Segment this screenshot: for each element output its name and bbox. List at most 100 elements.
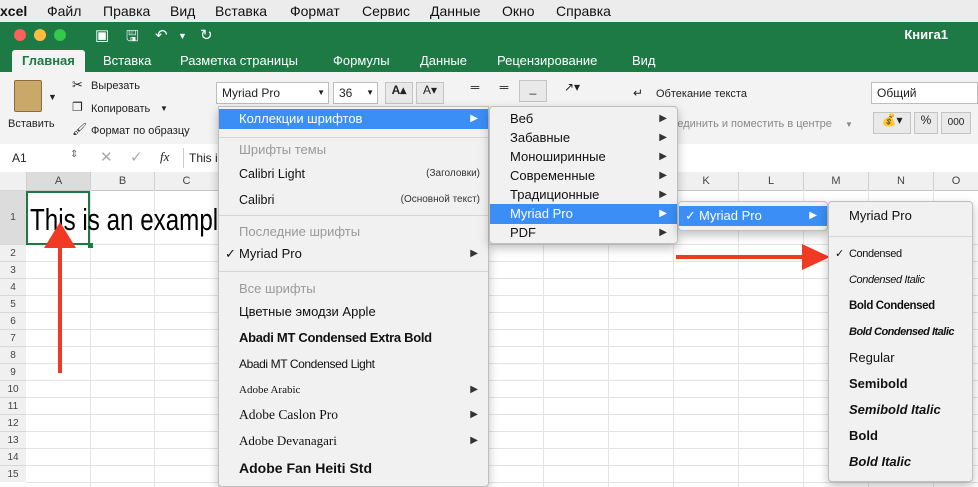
menu-item-font-family[interactable]: ✓ Myriad Pro ▶ (679, 206, 827, 226)
tab-data[interactable]: Данные (420, 53, 467, 68)
comma-style-button[interactable]: 000 (941, 112, 971, 134)
row-header[interactable]: 7 (0, 329, 26, 346)
name-box[interactable]: A1 (12, 151, 27, 165)
insert-function-icon[interactable]: fx (160, 149, 169, 165)
text-orientation-button[interactable]: ↗▾ (556, 80, 588, 102)
select-all-corner[interactable] (0, 172, 26, 190)
confirm-edit-icon[interactable]: ✓ (130, 148, 143, 166)
tab-formulas[interactable]: Формулы (333, 53, 390, 68)
font-name-select[interactable]: Myriad Pro ▼ (216, 82, 329, 104)
tab-home[interactable]: Главная (12, 50, 85, 72)
fill-handle[interactable] (88, 243, 93, 248)
menu-tools[interactable]: Сервис (362, 3, 410, 19)
column-header[interactable]: A (26, 172, 90, 190)
column-header[interactable]: O (933, 172, 978, 190)
menu-item-collection[interactable]: Современные ▶ (490, 166, 677, 186)
menu-help[interactable]: Справка (556, 3, 611, 19)
menu-window[interactable]: Окно (502, 3, 535, 19)
redo-icon[interactable]: ↻ (200, 26, 213, 44)
scissors-icon[interactable]: ✂ (72, 77, 83, 93)
menu-item-style-condensed[interactable]: ✓ Condensed (829, 244, 972, 264)
menu-file[interactable]: Файл (47, 3, 81, 19)
menu-item-family-title[interactable]: Myriad Pro (829, 206, 972, 226)
column-header[interactable]: L (738, 172, 803, 190)
tab-view[interactable]: Вид (632, 53, 656, 68)
menu-view[interactable]: Вид (170, 3, 195, 19)
app-menu[interactable]: xcel (0, 3, 27, 19)
row-header[interactable]: 1 (0, 190, 26, 244)
menu-format[interactable]: Формат (290, 3, 340, 19)
row-header[interactable]: 10 (0, 380, 26, 397)
font-size-select[interactable]: 36 ▼ (333, 82, 378, 104)
menu-item-style[interactable]: Condensed Italic (829, 270, 972, 290)
format-painter-icon[interactable]: 🖌 (72, 122, 87, 136)
menu-item-collection[interactable]: Традиционные ▶ (490, 185, 677, 205)
tab-review[interactable]: Рецензирование (497, 53, 597, 68)
paste-icon[interactable] (14, 80, 42, 112)
wrap-text-icon[interactable]: ↵ (633, 86, 643, 100)
column-header[interactable]: N (868, 172, 933, 190)
align-top-button[interactable]: ═ (461, 80, 489, 102)
cancel-edit-icon[interactable]: ✕ (100, 148, 113, 166)
row-header[interactable]: 11 (0, 397, 26, 414)
menu-item-font[interactable]: Abadi MT Condensed Light (219, 354, 488, 374)
merge-dropdown-icon[interactable]: ▼ (845, 120, 853, 129)
paste-dropdown-icon[interactable]: ▼ (48, 92, 57, 102)
column-header[interactable]: K (673, 172, 738, 190)
menu-item-collection[interactable]: PDF ▶ (490, 223, 677, 243)
menu-item-font[interactable]: Calibri Light (Заголовки) (219, 164, 488, 184)
undo-dropdown-icon[interactable]: ▼ (178, 31, 187, 41)
wrap-text-button[interactable]: Обтекание текста (656, 88, 747, 100)
menu-item-style[interactable]: Regular (829, 348, 972, 368)
row-header[interactable]: 8 (0, 346, 26, 363)
number-format-select[interactable]: Общий (871, 82, 978, 104)
undo-icon[interactable]: ↶ (155, 26, 168, 44)
row-header[interactable]: 12 (0, 414, 26, 431)
copy-button[interactable]: Копировать (91, 103, 150, 115)
row-header[interactable]: 14 (0, 448, 26, 465)
decrease-font-size-button[interactable]: A▾ (416, 82, 444, 104)
menu-item-style[interactable]: Bold Condensed (829, 296, 972, 316)
menu-item-style[interactable]: Semibold Italic (829, 400, 972, 420)
menu-item-collection[interactable]: Забавные ▶ (490, 128, 677, 148)
menu-item-font[interactable]: Adobe Devanagari ▶ (219, 431, 488, 451)
row-header[interactable]: 6 (0, 312, 26, 329)
zoom-window-button[interactable] (54, 29, 66, 41)
percent-style-button[interactable]: % (914, 112, 938, 134)
menu-item-font[interactable]: Adobe Caslon Pro ▶ (219, 405, 488, 425)
copy-dropdown-icon[interactable]: ▼ (160, 104, 168, 113)
row-header[interactable]: 4 (0, 278, 26, 295)
currency-format-button[interactable]: 💰▾ (873, 112, 911, 134)
menu-item-style[interactable]: Semibold (829, 374, 972, 394)
name-box-stepper-icon[interactable]: ⇕ (70, 149, 78, 160)
column-header[interactable]: B (90, 172, 154, 190)
close-window-button[interactable] (14, 29, 26, 41)
sidebar-toggle-icon[interactable]: ▣ (95, 26, 109, 44)
tab-page-layout[interactable]: Разметка страницы (180, 53, 298, 68)
row-header[interactable]: 2 (0, 244, 26, 261)
menu-item-style[interactable]: Bold (829, 426, 972, 446)
menu-item-collection[interactable]: Веб ▶ (490, 109, 677, 129)
menu-item-font-collections[interactable]: Коллекции шрифтов ▶ (219, 109, 488, 129)
paste-label[interactable]: Вставить (8, 118, 55, 130)
formula-content[interactable]: This i (189, 151, 218, 165)
merge-center-button[interactable]: Объединить и поместить в центре (656, 118, 832, 130)
menu-item-style[interactable]: Bold Condensed Italic (829, 322, 972, 342)
copy-icon[interactable]: ❐ (72, 100, 83, 114)
row-header[interactable]: 9 (0, 363, 26, 380)
row-header[interactable]: 5 (0, 295, 26, 312)
menu-insert[interactable]: Вставка (215, 3, 267, 19)
row-header[interactable]: 3 (0, 261, 26, 278)
menu-item-font[interactable]: Abadi MT Condensed Extra Bold (219, 328, 488, 348)
column-header[interactable]: M (803, 172, 868, 190)
menu-item-style[interactable]: Bold Italic (829, 452, 972, 472)
increase-font-size-button[interactable]: A▴ (385, 82, 413, 104)
cut-button[interactable]: Вырезать (91, 80, 140, 92)
tab-insert[interactable]: Вставка (103, 53, 151, 68)
menu-data[interactable]: Данные (430, 3, 481, 19)
menu-edit[interactable]: Правка (103, 3, 150, 19)
minimize-window-button[interactable] (34, 29, 46, 41)
menu-item-font[interactable]: Adobe Arabic ▶ (219, 380, 488, 400)
align-middle-button[interactable]: ═ (490, 80, 518, 102)
format-painter-button[interactable]: Формат по образцу (91, 125, 190, 137)
